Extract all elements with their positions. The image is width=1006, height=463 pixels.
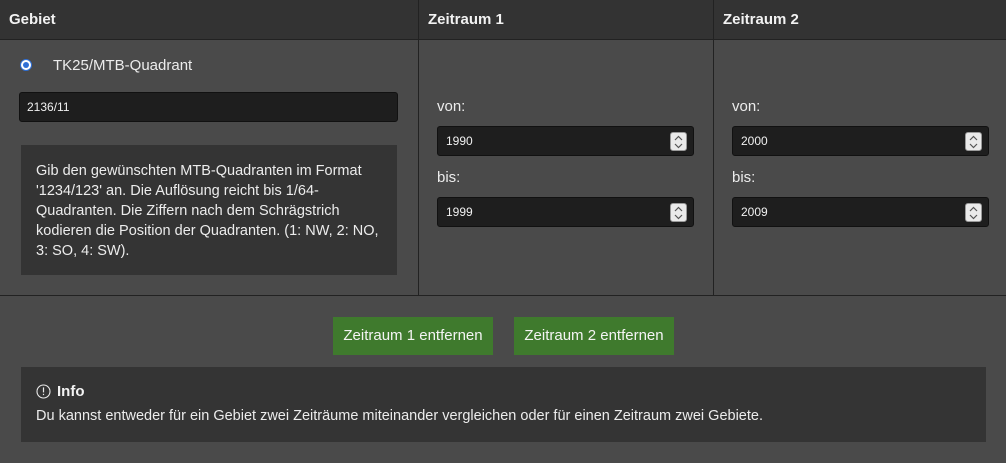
header-zeitraum-2: Zeitraum 2 (713, 0, 1006, 40)
remove-period-2-button[interactable]: Zeitraum 2 entfernen (514, 317, 674, 355)
header-gebiet: Gebiet (9, 11, 56, 28)
period-2-to-value: 2009 (741, 205, 768, 219)
period-1-to-input[interactable]: 1999 (437, 197, 694, 227)
period-2-from-label: von: (732, 98, 761, 115)
info-box: Info Du kannst entweder für ein Gebiet z… (21, 367, 986, 442)
area-column: TK25/MTB-Quadrant 2136/11 Gib den gewüns… (0, 40, 418, 296)
comparison-form: Gebiet Zeitraum 1 Zeitraum 2 TK25/MTB-Qu… (0, 0, 1006, 463)
period-1-column: von: 1990 bis: 1999 (418, 40, 713, 296)
table-header: Gebiet Zeitraum 1 Zeitraum 2 (0, 0, 1006, 40)
number-spinner-icon[interactable] (965, 203, 982, 222)
period-1-to-label: bis: (437, 169, 461, 186)
radio-button-tk25[interactable] (20, 59, 32, 71)
period-2-to-label: bis: (732, 169, 756, 186)
area-type-option[interactable]: TK25/MTB-Quadrant (20, 56, 193, 74)
remove-period-1-button[interactable]: Zeitraum 1 entfernen (333, 317, 493, 355)
header-zeitraum-1: Zeitraum 1 (418, 0, 713, 40)
row-divider (0, 295, 1006, 296)
mtb-quadrant-input[interactable]: 2136/11 (19, 92, 398, 122)
number-spinner-icon[interactable] (670, 132, 687, 151)
info-text: Du kannst entweder für ein Gebiet zwei Z… (36, 408, 763, 424)
period-2-column: von: 2000 bis: 2009 (713, 40, 1006, 296)
period-2-from-value: 2000 (741, 134, 768, 148)
mtb-hint-box: Gib den gewünschten MTB-Quadranten im Fo… (21, 145, 397, 275)
number-spinner-icon[interactable] (965, 132, 982, 151)
period-1-from-input[interactable]: 1990 (437, 126, 694, 156)
info-header: Info (36, 383, 85, 400)
period-2-to-input[interactable]: 2009 (732, 197, 989, 227)
period-2-from-input[interactable]: 2000 (732, 126, 989, 156)
number-spinner-icon[interactable] (670, 203, 687, 222)
period-1-from-value: 1990 (446, 134, 473, 148)
info-circle-icon (36, 384, 51, 399)
radio-selected-dot (23, 62, 29, 68)
info-title: Info (57, 383, 85, 400)
period-1-from-label: von: (437, 98, 466, 115)
period-1-to-value: 1999 (446, 205, 473, 219)
radio-label-tk25: TK25/MTB-Quadrant (53, 56, 193, 74)
